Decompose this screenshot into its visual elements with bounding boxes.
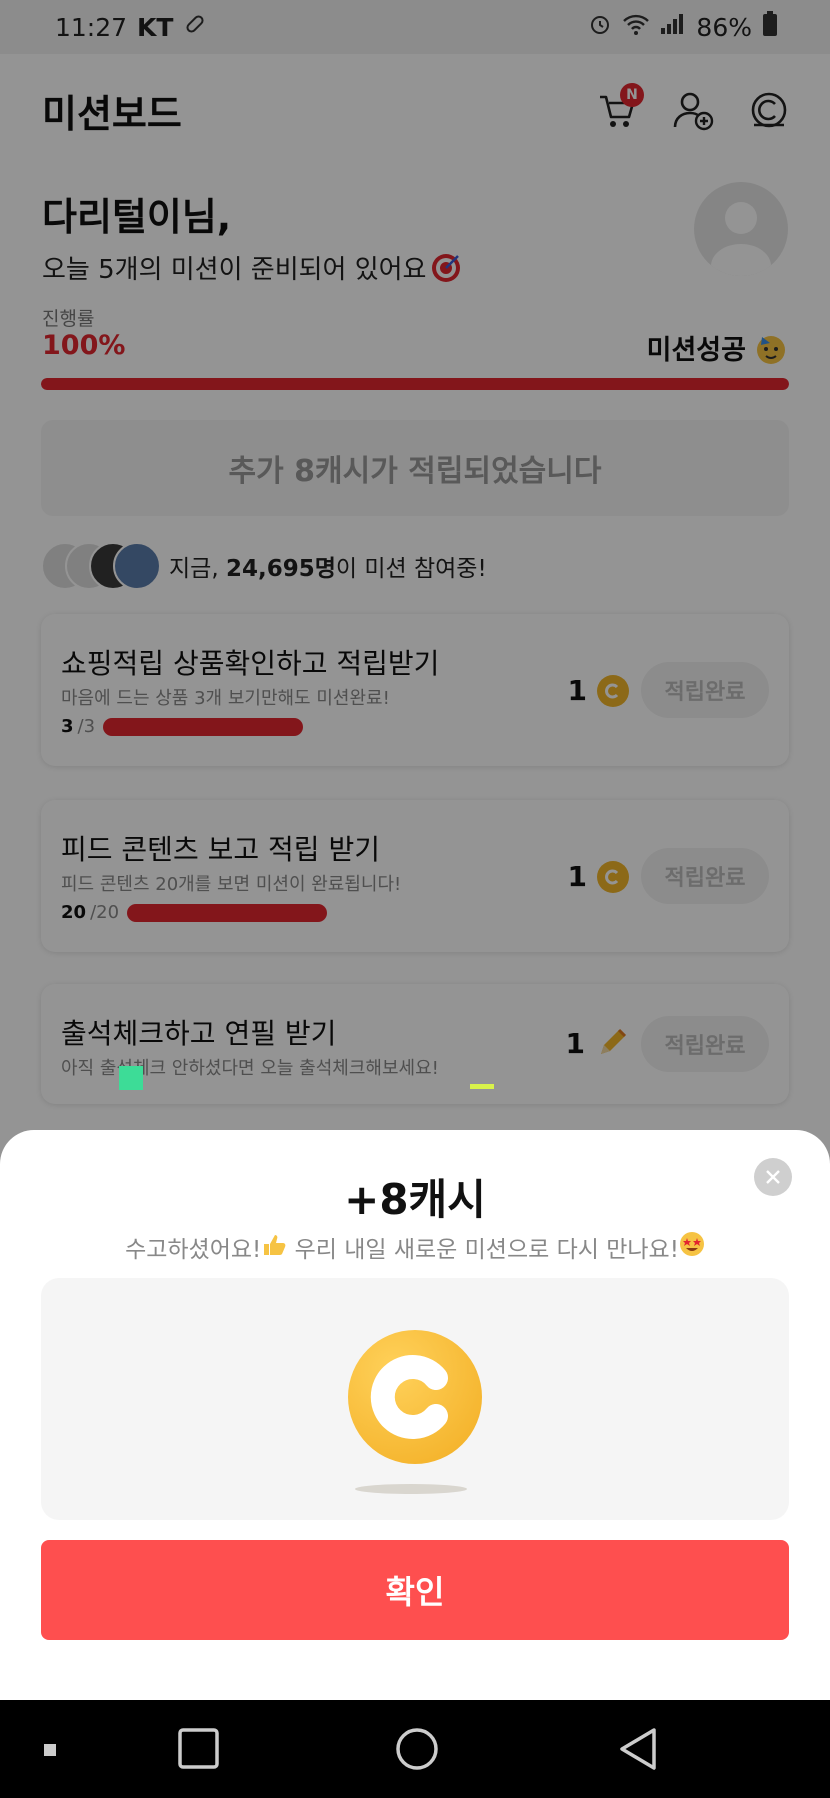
nav-dot-icon [44,1744,56,1756]
cash-coin-icon [348,1330,482,1464]
confetti-piece [119,1066,143,1090]
sheet-subtitle: 수고하셨어요! 우리 내일 새로운 미션으로 다시 만나요! [0,1230,830,1264]
thumbs-up-icon [264,1235,286,1255]
sheet-subtitle-b: 우리 내일 새로운 미션으로 다시 만나요! [287,1237,679,1263]
system-nav-bar [0,1700,830,1798]
reward-card [41,1278,789,1520]
sheet-subtitle-a: 수고하셨어요! [125,1237,262,1263]
sheet-title: +8캐시 [344,1175,486,1224]
confetti-piece [470,1084,494,1089]
recents-icon[interactable] [178,1728,219,1769]
home-icon[interactable] [396,1728,438,1770]
coin-shadow [355,1484,467,1494]
screen: 11:27 KT 86% 미션보드 N 다리털이님, 오늘 5개의 미션이 준비… [0,0,830,1798]
back-icon[interactable] [620,1728,656,1770]
reward-bottom-sheet: +8캐시 수고하셨어요! 우리 내일 새로운 미션으로 다시 만나요! 확인 [0,1130,830,1700]
star-eyes-icon [679,1232,704,1256]
confirm-button[interactable]: 확인 [41,1540,789,1640]
